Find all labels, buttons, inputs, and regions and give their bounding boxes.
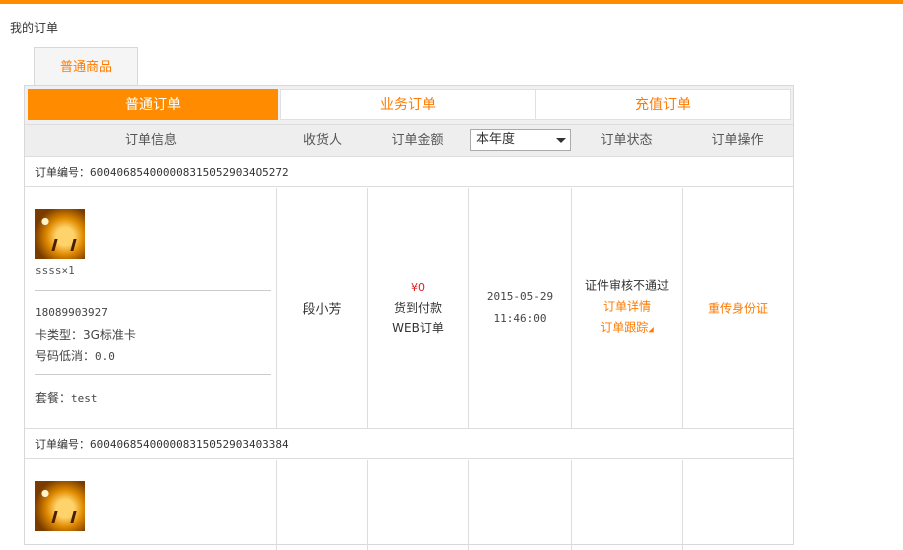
orders-panel: 普通订单 业务订单 充值订单 订单信息 收货人 订单金额 本年度 订单状态 订单… [24,85,794,550]
reupload-id-button[interactable]: 重传身份证 [683,300,793,317]
order-status: 证件审核不通过 [584,278,669,293]
header-receiver: 收货人 [302,133,342,148]
order-number-row: 订单编号：600406854000008315052903403384 [25,428,793,459]
order-track-link[interactable]: 订单跟踪◢ [572,318,682,341]
table-header: 订单信息 收货人 订单金额 本年度 订单状态 订单操作 [25,124,793,157]
tab-normal-orders[interactable]: 普通订单 [28,89,278,120]
order-channel: WEB订单 [392,321,444,335]
order-date: 2015-05-29 [486,290,554,303]
chevron-down-icon [556,138,566,143]
tab-business-orders[interactable]: 业务订单 [280,89,536,120]
product-name-qty: ssss×1 [35,264,75,277]
order-info-cell [25,460,277,550]
divider [35,374,271,375]
phone-number: 18089903927 [35,306,108,319]
top-accent-bar [0,0,903,4]
card-type: 卡类型：3G标准卡 [35,328,136,342]
order-number-row: 订单编号：6004068540000083150529034O5272 [25,156,793,187]
status-cell: 证件审核不通过 订单详情 订单跟踪◢ [572,188,683,428]
caret-icon: ◢ [648,325,654,334]
period-filter-value: 本年度 [476,132,516,147]
divider [35,290,271,291]
order-number: 6004068540000083150529034O5272 [90,166,289,179]
receiver-name: 段小芳 [302,302,342,318]
tab-normal-goods[interactable]: 普通商品 [34,47,138,85]
header-ops: 订单操作 [711,133,764,148]
receiver-cell [277,460,368,550]
status-cell [572,460,683,550]
plan-info: 套餐：test [35,391,98,405]
amount-cell: ¥0 货到付款 WEB订单 [368,188,469,428]
order-info-cell: ssss×1 18089903927 卡类型：3G标准卡 号码低消：0.0 套餐… [25,188,277,428]
header-order-info: 订单信息 [124,133,177,148]
header-status: 订单状态 [600,133,653,148]
date-cell: 2015-05-29 11:46:00 [469,188,572,428]
payment-method: 货到付款 [393,301,442,315]
order-type-tabs: 普通订单 业务订单 充值订单 [25,86,793,124]
order-time: 11:46:00 [493,312,547,325]
order-number-label: 订单编号： [35,438,90,451]
date-cell [469,460,572,550]
order-price: ¥0 [411,281,425,294]
product-thumbnail[interactable] [35,209,85,259]
table-row: ssss×1 18089903927 卡类型：3G标准卡 号码低消：0.0 套餐… [25,188,793,428]
ops-cell: 重传身份证 [683,188,793,428]
ops-cell [683,460,793,550]
receiver-cell: 段小芳 [277,188,368,428]
period-filter-select[interactable]: 本年度 [470,129,571,151]
table-row [25,460,793,550]
tab-recharge-orders[interactable]: 充值订单 [535,89,791,120]
breadcrumb: 我的订单 [10,21,59,35]
order-number: 600406854000008315052903403384 [90,438,289,451]
order-number-label: 订单编号： [35,166,90,179]
amount-cell [368,460,469,550]
min-consumption: 号码低消：0.0 [35,349,115,363]
header-amount: 订单金额 [391,133,444,148]
order-detail-link[interactable]: 订单详情 [572,297,682,318]
